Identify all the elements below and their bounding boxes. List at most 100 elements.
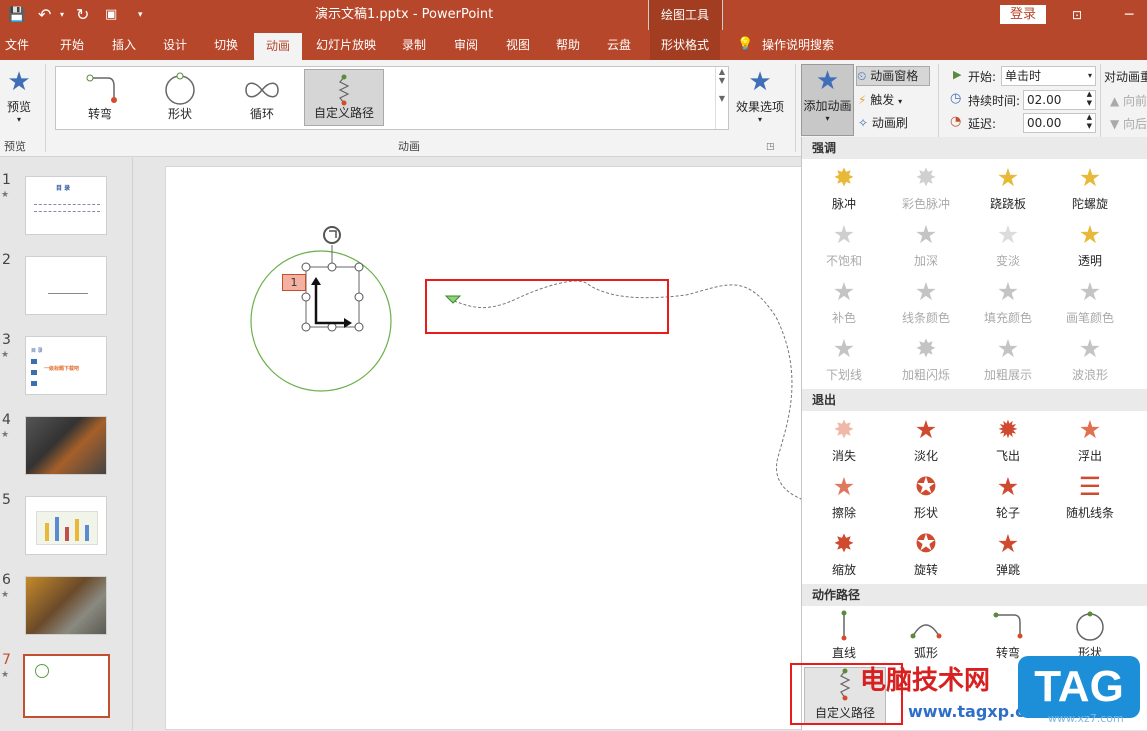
rotate-handle[interactable] bbox=[323, 226, 341, 244]
resize-handle[interactable] bbox=[301, 292, 311, 302]
path-line[interactable]: 直线 bbox=[804, 610, 884, 664]
tab-home[interactable]: 开始 bbox=[50, 30, 94, 60]
effect-color-pulse[interactable]: ✸ 彩色脉冲 bbox=[886, 163, 966, 217]
effect-darken[interactable]: ★ 加深 bbox=[886, 220, 966, 274]
effect-line-color[interactable]: ★ 线条颜色 bbox=[886, 277, 966, 331]
effect-bold-reveal[interactable]: ★ 加粗展示 bbox=[968, 334, 1048, 388]
animation-star-icon: ★ bbox=[1, 350, 10, 360]
effect-teeter[interactable]: ★ 跷跷板 bbox=[968, 163, 1048, 217]
animation-star-icon: ★ bbox=[1, 190, 10, 200]
redo-icon[interactable]: ↻ bbox=[76, 0, 89, 30]
gallery-scrollbar[interactable]: ▲ ▼ ▼ bbox=[715, 67, 728, 129]
effect-brush-color[interactable]: ★ 画笔颜色 bbox=[1050, 277, 1130, 331]
tab-transitions[interactable]: 切换 bbox=[204, 30, 248, 60]
effect-disappear[interactable]: ✸ 消失 bbox=[804, 415, 884, 469]
star-random-bars-icon: ☰ bbox=[1078, 472, 1102, 501]
effect-fly-out[interactable]: ✹ 飞出 bbox=[968, 415, 1048, 469]
effect-random-bars[interactable]: ☰ 随机线条 bbox=[1050, 472, 1130, 526]
effect-bold-flash[interactable]: ✸ 加粗闪烁 bbox=[886, 334, 966, 388]
effect-wave[interactable]: ★ 波浪形 bbox=[1050, 334, 1130, 388]
gallery-item-turn[interactable]: 转弯 bbox=[60, 69, 140, 126]
slide-canvas[interactable]: 1 bbox=[165, 166, 806, 730]
spinner-icon[interactable]: ▲ ▼ bbox=[1087, 113, 1092, 131]
effect-bounce[interactable]: ★ 弹跳 bbox=[968, 529, 1048, 583]
tab-design[interactable]: 设计 bbox=[153, 30, 197, 60]
slide-thumbnail-3[interactable]: 目 录 一级标题下载吧 bbox=[25, 336, 107, 395]
animation-order-badge[interactable]: 1 bbox=[282, 274, 306, 291]
effect-wipe[interactable]: ★ 擦除 bbox=[804, 472, 884, 526]
resize-handle[interactable] bbox=[301, 322, 311, 332]
login-button[interactable]: 登录 bbox=[1000, 5, 1046, 24]
animation-painter-button[interactable]: ✧ 动画刷 bbox=[858, 113, 930, 133]
minimize-icon[interactable]: ─ bbox=[1125, 0, 1133, 30]
path-arc[interactable]: 弧形 bbox=[886, 610, 966, 664]
effect-transparency[interactable]: ★ 透明 bbox=[1050, 220, 1130, 274]
customize-qat-icon[interactable]: ▾ bbox=[138, 0, 143, 30]
effect-fade[interactable]: ★ 淡化 bbox=[886, 415, 966, 469]
add-animation-label: 添加动画 bbox=[803, 99, 852, 113]
tab-help[interactable]: 帮助 bbox=[546, 30, 590, 60]
tab-slideshow[interactable]: 幻灯片放映 bbox=[311, 30, 381, 60]
slide-thumbnail-7[interactable] bbox=[23, 654, 110, 718]
tab-insert[interactable]: 插入 bbox=[102, 30, 146, 60]
effect-label: 随机线条 bbox=[1065, 506, 1114, 520]
effect-shape[interactable]: ✪ 形状 bbox=[886, 472, 966, 526]
tab-file[interactable]: 文件 bbox=[0, 30, 34, 60]
dialog-launcher-icon[interactable]: ◳ bbox=[766, 142, 775, 152]
effect-label: 脉冲 bbox=[831, 197, 856, 211]
slide-thumbnail-4[interactable] bbox=[25, 416, 107, 475]
delay-input[interactable]: 00.00 ▲ ▼ bbox=[1023, 113, 1096, 133]
effect-desaturate[interactable]: ★ 不饱和 bbox=[804, 220, 884, 274]
present-icon[interactable]: ▣ bbox=[105, 0, 117, 30]
slide-thumbnail-2[interactable] bbox=[25, 256, 107, 315]
watermark-site-name: 电脑技术网 bbox=[860, 666, 991, 696]
effect-spin[interactable]: ★ 陀螺旋 bbox=[1050, 163, 1130, 217]
effect-float-out[interactable]: ★ 浮出 bbox=[1050, 415, 1130, 469]
resize-handle[interactable] bbox=[301, 262, 311, 272]
tab-animations[interactable]: 动画 bbox=[254, 33, 302, 60]
slide-thumbnail-5[interactable] bbox=[25, 496, 107, 555]
tab-shape-format[interactable]: 形状格式 bbox=[650, 30, 720, 60]
resize-handle[interactable] bbox=[354, 262, 364, 272]
slide-thumbnail-1[interactable]: 目 录 bbox=[25, 176, 107, 235]
resize-handle[interactable] bbox=[354, 322, 364, 332]
tab-cloud[interactable]: 云盘 bbox=[597, 30, 641, 60]
tab-review[interactable]: 审阅 bbox=[444, 30, 488, 60]
save-icon[interactable]: 💾 bbox=[8, 0, 25, 30]
add-animation-button[interactable]: ★ 添加动画 ▾ bbox=[801, 64, 854, 136]
resize-handle[interactable] bbox=[327, 262, 337, 272]
effect-swivel[interactable]: ✪ 旋转 bbox=[886, 529, 966, 583]
tab-record[interactable]: 录制 bbox=[392, 30, 436, 60]
tell-me-search[interactable]: 操作说明搜索 bbox=[762, 30, 834, 60]
move-earlier-button[interactable]: ▲ 向前 bbox=[1110, 92, 1147, 109]
effect-fill-color[interactable]: ★ 填充颜色 bbox=[968, 277, 1048, 331]
start-select[interactable]: 单击时 ▾ bbox=[1001, 66, 1096, 86]
animation-pane-button[interactable]: ⏲ 动画窗格 bbox=[856, 66, 930, 86]
slide-thumbnail-6[interactable] bbox=[25, 576, 107, 635]
effect-lighten[interactable]: ★ 变淡 bbox=[968, 220, 1048, 274]
move-earlier-label: 向前 bbox=[1123, 94, 1147, 108]
duration-input[interactable]: 02.00 ▲ ▼ bbox=[1023, 90, 1096, 110]
spinner-icon[interactable]: ▲ ▼ bbox=[1087, 90, 1092, 108]
effect-wheel[interactable]: ★ 轮子 bbox=[968, 472, 1048, 526]
gallery-item-custom-path[interactable]: 自定义路径 bbox=[304, 69, 384, 126]
preview-button[interactable]: ★ 预览 ▾ bbox=[2, 66, 36, 132]
selection-box[interactable] bbox=[305, 266, 360, 328]
ribbon-display-icon[interactable]: ⊡ bbox=[1072, 0, 1082, 30]
effect-options-button[interactable]: ★ 效果选项 ▾ bbox=[732, 66, 788, 132]
undo-dropdown-icon[interactable]: ▾ bbox=[60, 0, 64, 30]
effect-zoom[interactable]: ✸ 缩放 bbox=[804, 529, 884, 583]
star-zoom-icon: ✸ bbox=[833, 529, 855, 558]
resize-handle[interactable] bbox=[354, 292, 364, 302]
gallery-item-shape[interactable]: 形状 bbox=[140, 69, 220, 126]
effect-underline[interactable]: ★ 下划线 bbox=[804, 334, 884, 388]
trigger-button[interactable]: ⚡ 触发 ▾ bbox=[858, 90, 930, 110]
star-plus-icon: ★ bbox=[815, 66, 840, 96]
gallery-item-loop[interactable]: 循环 bbox=[222, 69, 302, 126]
effect-complement[interactable]: ★ 补色 bbox=[804, 277, 884, 331]
circle-shape[interactable] bbox=[250, 250, 392, 392]
move-later-button[interactable]: ▼ 向后 bbox=[1110, 115, 1147, 132]
effect-pulse[interactable]: ✸ 脉冲 bbox=[804, 163, 884, 217]
undo-icon[interactable]: ↶ bbox=[38, 0, 51, 30]
tab-view[interactable]: 视图 bbox=[496, 30, 540, 60]
